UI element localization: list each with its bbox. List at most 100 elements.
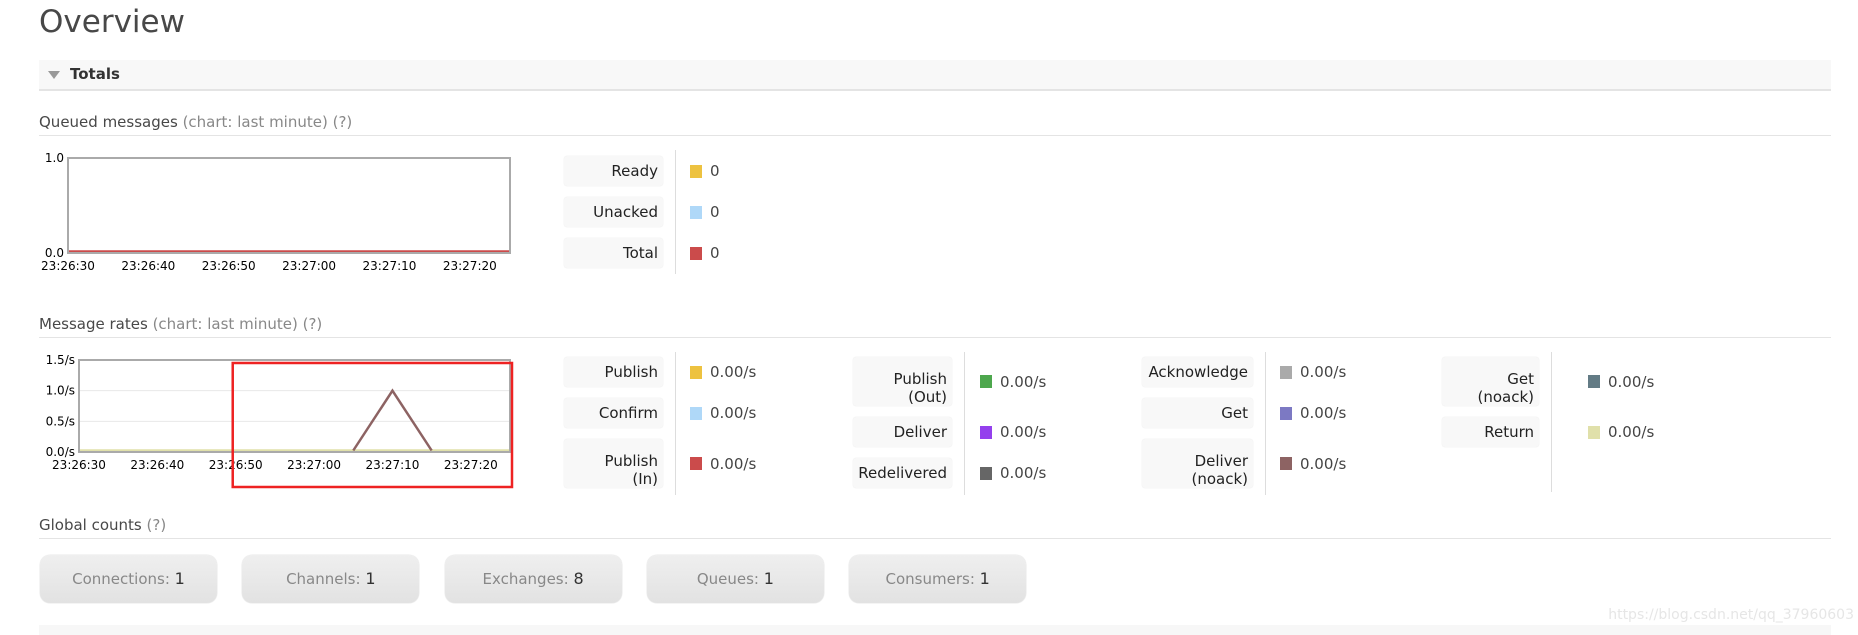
legend-label: Return (1442, 417, 1539, 447)
legend-value: 0 (690, 197, 720, 227)
count-connections-button[interactable]: Connections: 1 (40, 555, 217, 603)
color-swatch (690, 205, 702, 219)
queued-subtitle: (chart: last minute) (182, 113, 328, 131)
legend-label: Get (noack) (1442, 357, 1539, 406)
color-swatch (690, 246, 702, 260)
y-tick-label: 1.0 (45, 151, 64, 165)
legend-value-text: 0.00/s (1300, 363, 1347, 381)
totals-label: Totals (70, 65, 120, 83)
rates-heading: Message rates (chart: last minute) (?) (39, 315, 1831, 338)
y-tick-label: 1.5/s (46, 353, 75, 367)
divider (675, 150, 676, 274)
color-swatch (1588, 425, 1600, 439)
count-value: 1 (979, 569, 990, 588)
rates-subtitle: (chart: last minute) (152, 315, 298, 333)
legend-value: 0.00/s (1280, 357, 1346, 387)
count-value: 1 (174, 569, 185, 588)
legend-value-text: 0.00/s (710, 454, 757, 473)
help-link[interactable]: (?) (333, 113, 353, 131)
message-rates-chart: 0.0/s 0.5/s 1.0/s 1.5/s 23:26:30 23:26:40 23:2… (46, 353, 514, 489)
count-label: Channels: (286, 570, 361, 588)
legend-label: Unacked (564, 197, 663, 227)
rates-title: Message rates (39, 315, 148, 333)
legend-value: 0 (690, 156, 720, 186)
legend-label: Total (564, 238, 663, 268)
divider (964, 352, 965, 495)
color-swatch (980, 466, 992, 480)
legend-value: 0.00/s (980, 417, 1046, 447)
legend-value-text: 0.00/s (1300, 404, 1347, 422)
count-label: Connections: (72, 570, 170, 588)
legend-value-text: 0 (710, 203, 720, 221)
legend-label: Deliver (853, 417, 952, 447)
collapse-triangle-icon (48, 71, 60, 79)
legend-value: 0.00/s (1588, 357, 1654, 406)
global-title: Global counts (39, 516, 142, 534)
x-tick-label: 23:26:50 (209, 458, 263, 472)
queued-heading: Queued messages (chart: last minute) (?) (39, 113, 1831, 136)
x-tick-label: 23:26:30 (52, 458, 106, 472)
legend-value-text: 0.00/s (710, 363, 757, 381)
color-swatch (980, 425, 992, 439)
queued-title: Queued messages (39, 113, 178, 131)
x-tick-label: 23:26:40 (130, 458, 184, 472)
legend-value-text: 0.00/s (1608, 372, 1655, 391)
global-heading: Global counts (?) (39, 516, 1831, 539)
legend-value-text: 0.00/s (1608, 423, 1655, 441)
x-tick-label: 23:27:00 (282, 259, 336, 273)
color-swatch (1280, 365, 1292, 379)
x-tick-label: 23:26:40 (121, 259, 175, 273)
divider (1551, 352, 1552, 492)
count-value: 1 (763, 569, 774, 588)
count-channels-button[interactable]: Channels: 1 (242, 555, 420, 603)
legend-label: Get (1142, 398, 1253, 428)
plot-area (79, 360, 510, 452)
count-label: Queues: (696, 570, 759, 588)
legend-label: Ready (564, 156, 663, 186)
x-tick-label: 23:26:30 (41, 259, 95, 273)
color-swatch (1280, 457, 1292, 470)
legend-label: Publish (564, 357, 663, 387)
count-exchanges-button[interactable]: Exchanges: 8 (444, 555, 622, 603)
legend-label: Acknowledge (1142, 357, 1253, 387)
legend-value: 0.00/s (980, 357, 1046, 406)
legend-value-text: 0.00/s (710, 404, 757, 422)
count-value: 1 (365, 569, 376, 588)
next-section-bar[interactable] (39, 625, 1831, 635)
legend-value: 0.00/s (1588, 417, 1654, 447)
color-swatch (690, 457, 702, 470)
x-tick-label: 23:27:20 (444, 458, 498, 472)
y-tick-label: 0.5/s (46, 414, 75, 428)
watermark: https://blog.csdn.net/qq_37960603 (1608, 607, 1854, 623)
count-queues-button[interactable]: Queues: 1 (646, 555, 824, 603)
legend-label: Publish (In) (564, 439, 663, 488)
legend-value: 0.00/s (690, 398, 756, 428)
totals-section-toggle[interactable]: Totals (39, 60, 1831, 91)
legend-label: Redelivered (853, 458, 952, 488)
color-swatch (1588, 375, 1600, 388)
x-tick-label: 23:27:00 (287, 458, 341, 472)
divider (1265, 352, 1266, 495)
color-swatch (1280, 406, 1292, 420)
legend-value-text: 0.00/s (1300, 454, 1347, 473)
y-tick-label: 0.0 (45, 246, 64, 260)
help-link[interactable]: (?) (147, 516, 167, 534)
divider (675, 352, 676, 495)
help-link[interactable]: (?) (303, 315, 323, 333)
legend-value: 0.00/s (1280, 439, 1346, 488)
y-tick-label: 1.0/s (46, 384, 75, 398)
x-tick-label: 23:27:20 (443, 259, 497, 273)
legend-label: Confirm (564, 398, 663, 428)
legend-value-text: 0.00/s (1000, 372, 1047, 391)
page-title: Overview (39, 4, 185, 40)
x-tick-label: 23:26:50 (202, 259, 256, 273)
legend-value: 0.00/s (690, 439, 756, 488)
count-label: Consumers: (885, 570, 975, 588)
x-tick-label: 23:27:10 (363, 259, 417, 273)
legend-value: 0.00/s (980, 458, 1046, 488)
color-swatch (690, 365, 702, 379)
plot-area (68, 158, 510, 253)
legend-value-text: 0 (710, 162, 720, 180)
count-consumers-button[interactable]: Consumers: 1 (849, 555, 1027, 603)
x-tick-label: 23:27:10 (366, 458, 420, 472)
